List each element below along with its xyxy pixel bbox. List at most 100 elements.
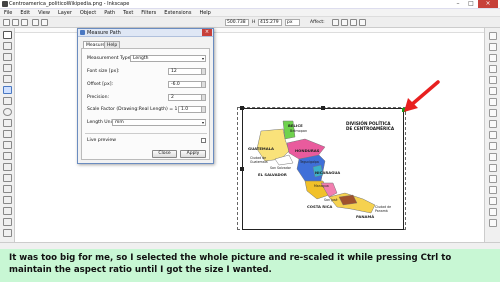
scale-handle-top-middle[interactable] (321, 106, 325, 110)
scale-handle-top-left[interactable] (240, 106, 244, 110)
save-icon[interactable] (489, 54, 497, 62)
rotate-ccw-icon[interactable] (32, 19, 39, 26)
length-unit-value: mm (115, 120, 124, 125)
menu-filters[interactable]: Filters (141, 10, 156, 16)
3d-box-tool-icon[interactable] (3, 97, 12, 105)
label-ciudad-guatemala: Ciudad de Guatemala (250, 156, 268, 164)
star-tool-icon[interactable] (3, 119, 12, 127)
inkscape-app-icon (2, 1, 8, 7)
length-unit-select[interactable]: mm ▾ (112, 119, 206, 126)
node-tool-icon[interactable] (3, 42, 12, 50)
select-all-icon[interactable] (3, 19, 10, 26)
eraser-tool-icon[interactable] (3, 196, 12, 204)
fill-stroke-icon[interactable] (489, 208, 497, 216)
label-panama: PANAMÁ (356, 214, 375, 219)
scale-factor-label: Scale Factor (Drawing:Real Length) = 1: (87, 107, 180, 112)
x-field[interactable]: 500.738 (225, 19, 249, 26)
rotate-cw-icon[interactable] (41, 19, 48, 26)
pencil-tool-icon[interactable] (3, 141, 12, 149)
precision-value: 2 (171, 95, 174, 100)
menu-layer[interactable]: Layer (58, 10, 72, 16)
tweak-tool-icon[interactable] (3, 53, 12, 61)
export-icon[interactable] (489, 87, 497, 95)
selector-tool-icon[interactable] (3, 31, 12, 39)
zoom-drawing-icon[interactable] (489, 153, 497, 161)
gradient-tool-icon[interactable] (3, 218, 12, 226)
spiral-tool-icon[interactable] (3, 130, 12, 138)
scale-handle-middle-left[interactable] (240, 167, 244, 171)
undo-icon[interactable] (489, 98, 497, 106)
menu-text[interactable]: Text (123, 10, 133, 16)
tutorial-caption: It was too big for me, so I selected the… (0, 249, 500, 282)
menu-help[interactable]: Help (199, 10, 210, 16)
dropper-tool-icon[interactable] (3, 229, 12, 237)
menu-file[interactable]: File (4, 10, 12, 16)
scale-stroke-icon[interactable] (332, 19, 339, 26)
spin-arrows-icon[interactable] (201, 95, 205, 100)
label-tegucigalpa: Tegucigalpa (300, 160, 319, 164)
measure-tool-icon[interactable] (3, 75, 12, 83)
unit-select[interactable]: px (285, 19, 300, 26)
font-size-field[interactable]: 12 (168, 68, 206, 75)
redo-icon[interactable] (489, 109, 497, 117)
dialog-title-bar[interactable]: Measure Path × (78, 29, 213, 37)
maximize-button[interactable]: □ (465, 0, 477, 8)
spin-arrows-icon[interactable] (201, 69, 205, 74)
transform-patterns-icon[interactable] (359, 19, 366, 26)
affect-label: Affect: (310, 20, 325, 25)
menu-edit[interactable]: Edit (20, 10, 30, 16)
import-icon[interactable] (489, 76, 497, 84)
label-ciudad-panama: Ciudad de Panamá (375, 205, 392, 213)
apply-button[interactable]: Apply (180, 150, 206, 158)
new-document-icon[interactable] (489, 32, 497, 40)
scale-corners-icon[interactable] (341, 19, 348, 26)
ungroup-icon[interactable] (489, 197, 497, 205)
bucket-tool-icon[interactable] (3, 207, 12, 215)
precision-field[interactable]: 2 (168, 94, 206, 101)
map-title: DIVISIÓN POLÍTICA DE CENTROAMÉRICA (346, 121, 401, 131)
menu-view[interactable]: View (38, 10, 50, 16)
label-nicaragua: NICARAGUA (315, 170, 341, 175)
menu-path[interactable]: Path (104, 10, 115, 16)
calligraphy-tool-icon[interactable] (3, 163, 12, 171)
map-title-line2: DE CENTROAMÉRICA (346, 126, 395, 131)
minimize-button[interactable]: – (452, 0, 464, 8)
ellipse-tool-icon[interactable] (3, 108, 12, 116)
scale-factor-value: 1.0 (181, 107, 189, 112)
print-icon[interactable] (489, 65, 497, 73)
deselect-icon[interactable] (21, 19, 28, 26)
spray-tool-icon[interactable] (3, 185, 12, 193)
text-tool-icon[interactable] (3, 174, 12, 182)
dialog-close-icon[interactable]: × (202, 29, 212, 36)
spin-arrows-icon[interactable] (201, 107, 205, 112)
rectangle-tool-icon[interactable] (3, 86, 12, 94)
paste-icon[interactable] (489, 131, 497, 139)
menu-extensions[interactable]: Extensions (164, 10, 191, 16)
h-field[interactable]: 415.279 (258, 19, 282, 26)
chevron-down-icon: ▾ (201, 120, 204, 125)
zoom-tool-icon[interactable] (3, 64, 12, 72)
label-guatemala: GUATEMALA (248, 146, 274, 151)
transform-gradients-icon[interactable] (350, 19, 357, 26)
duplicate-icon[interactable] (489, 164, 497, 172)
text-font-icon[interactable] (489, 219, 497, 227)
open-icon[interactable] (489, 43, 497, 51)
live-preview-checkbox[interactable] (201, 138, 206, 143)
zoom-fit-icon[interactable] (489, 142, 497, 150)
spin-arrows-icon[interactable] (201, 82, 205, 87)
clone-icon[interactable] (489, 175, 497, 183)
pen-tool-icon[interactable] (3, 152, 12, 160)
copy-icon[interactable] (489, 120, 497, 128)
select-all-layers-icon[interactable] (12, 19, 19, 26)
scale-factor-field[interactable]: 1.0 (178, 106, 206, 113)
dialog-body: Measurement Type: Length ▾ Font size [px… (81, 48, 210, 160)
menu-object[interactable]: Object (80, 10, 96, 16)
offset-field[interactable]: -6.0 (168, 81, 206, 88)
dialog-title: Measure Path (87, 30, 121, 36)
close-button[interactable]: Close (152, 150, 177, 158)
close-window-button[interactable]: × (478, 0, 498, 8)
window-title: Centroamerica_politicoWikipedia.png - In… (9, 1, 130, 7)
label-san-jose: San José (324, 198, 338, 202)
measurement-type-select[interactable]: Length ▾ (130, 55, 206, 62)
group-icon[interactable] (489, 186, 497, 194)
